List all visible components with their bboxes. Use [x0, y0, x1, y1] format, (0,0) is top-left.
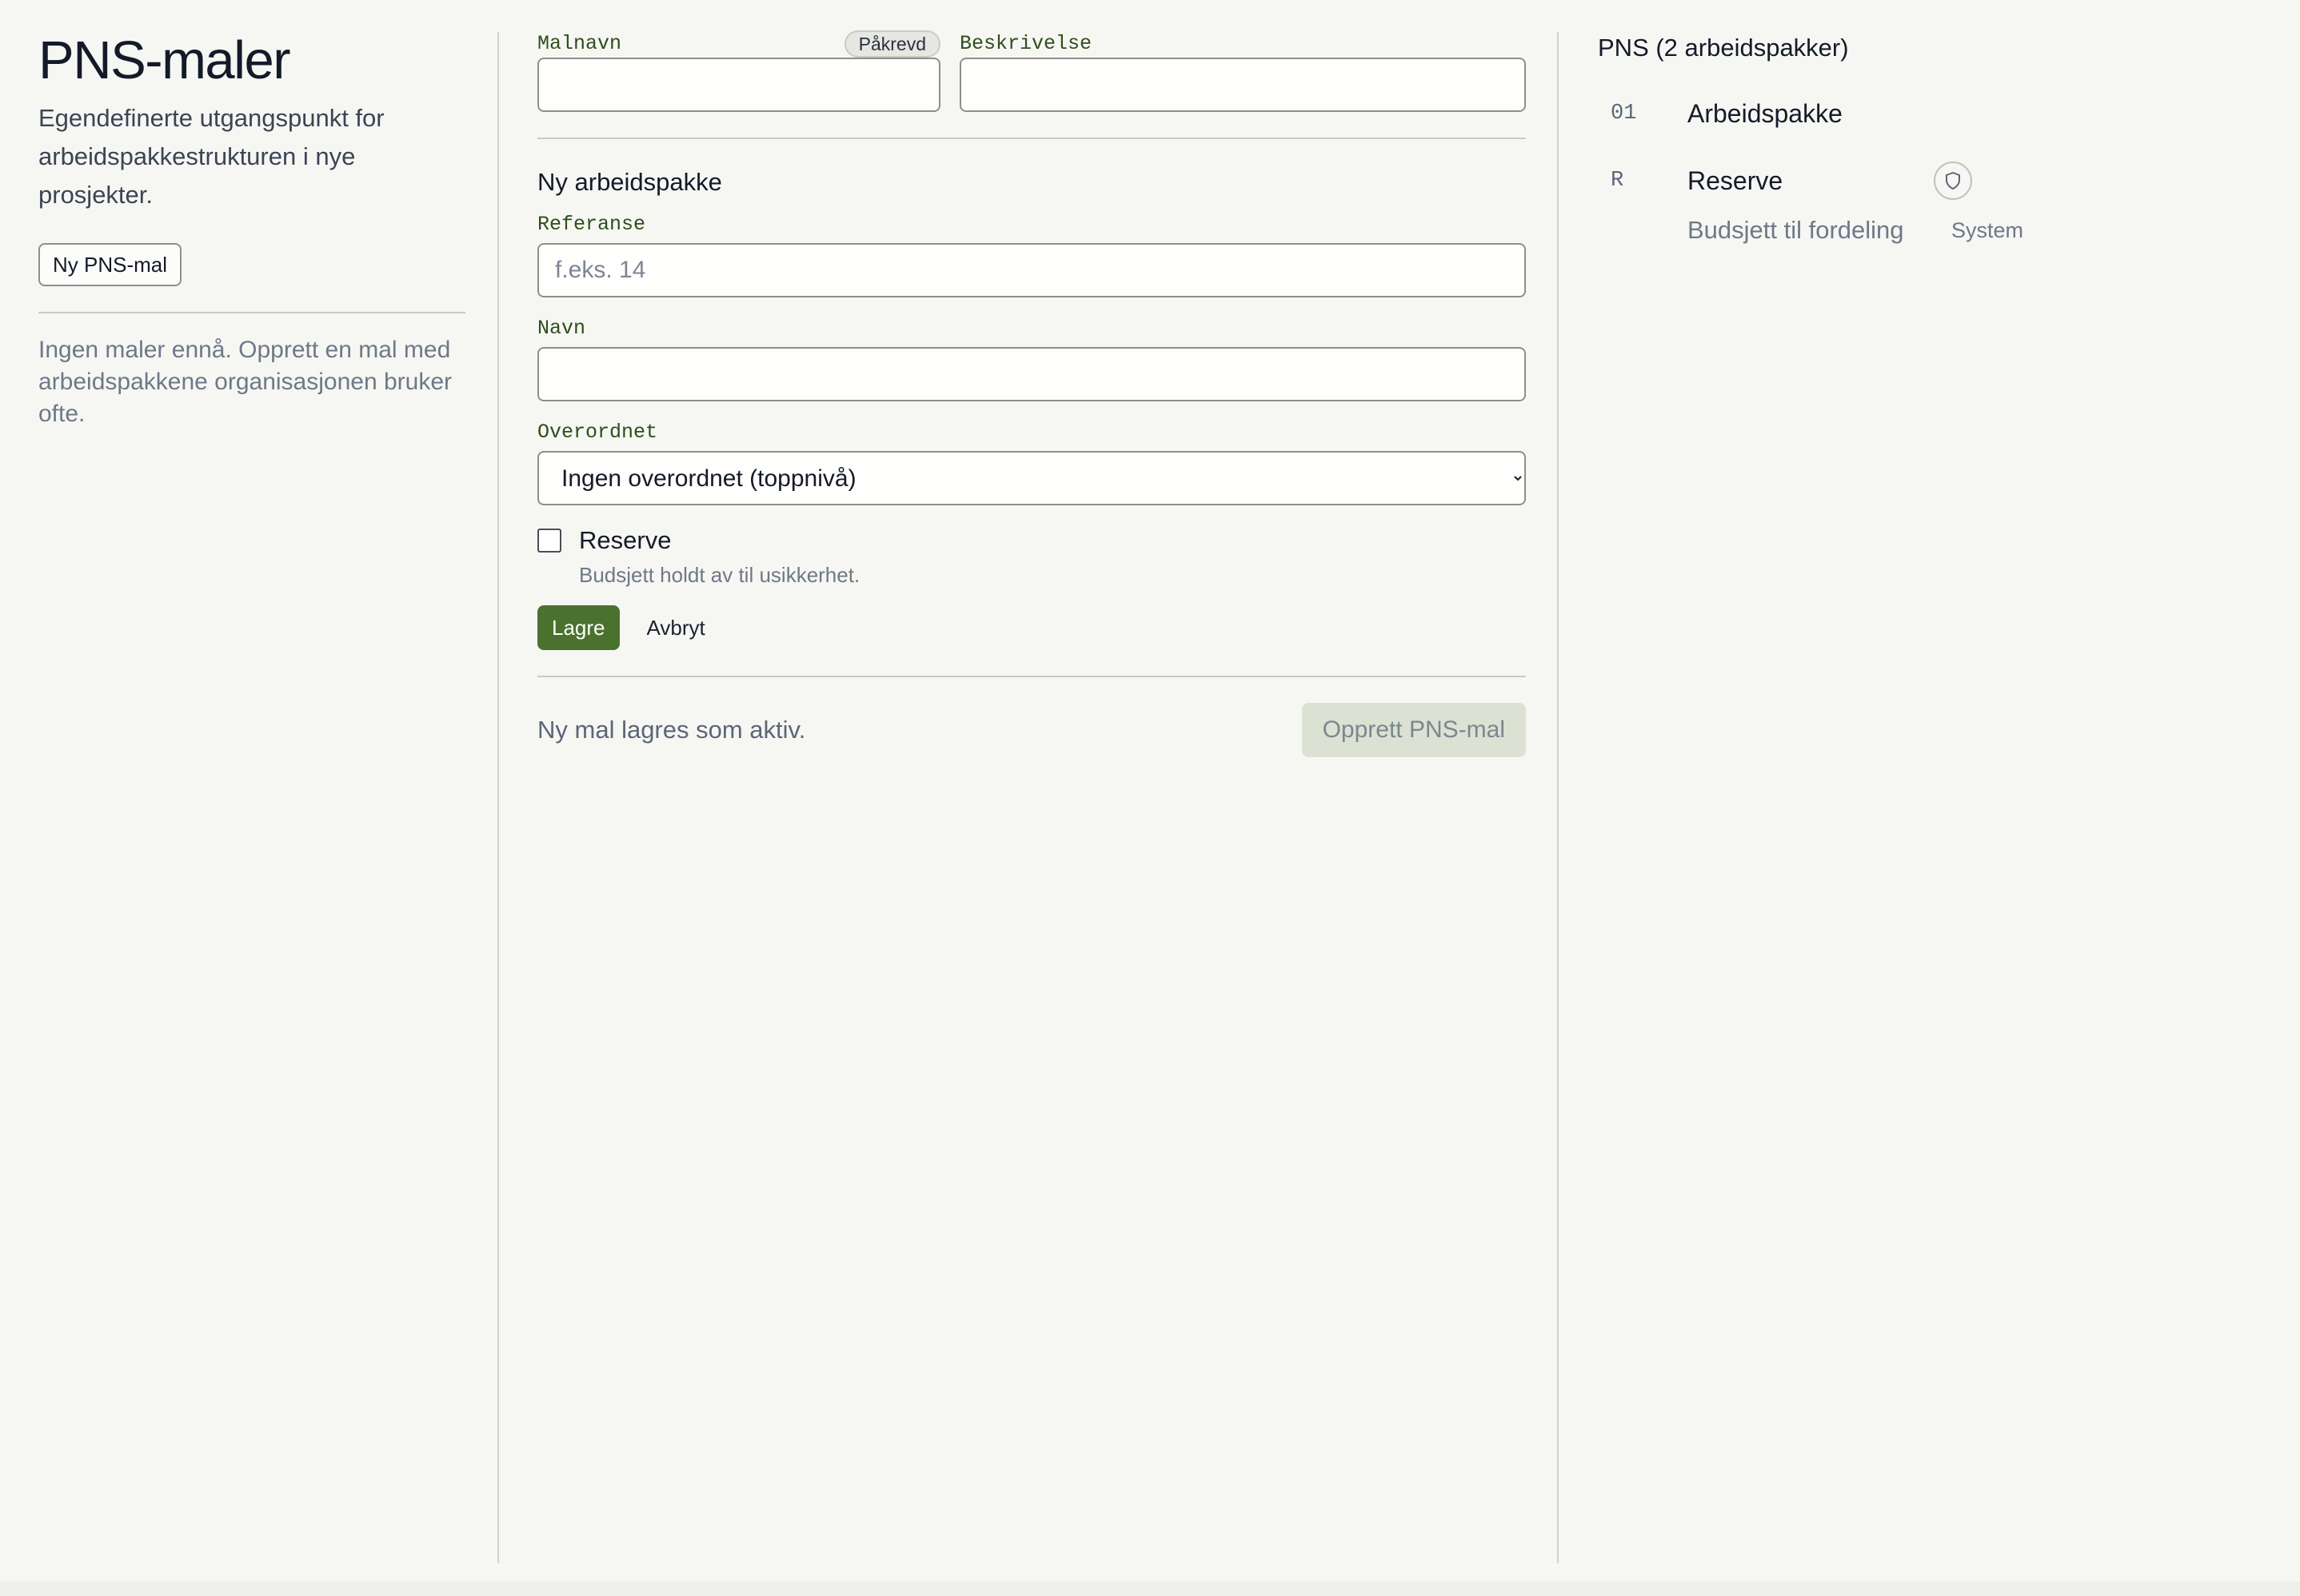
new-template-button[interactable]: Ny PNS-mal — [38, 243, 182, 286]
work-package-name: Reserve — [1687, 166, 1783, 195]
divider — [537, 138, 1526, 139]
work-package-name-label: Navn — [537, 317, 586, 340]
template-list-panel: PNS-maler Egendefinerte utgangspunkt for… — [38, 29, 465, 430]
save-status-note: Ny mal lagres som aktiv. — [537, 716, 806, 744]
description-field: Beskrivelse — [960, 30, 1526, 112]
template-name-input[interactable] — [537, 58, 940, 112]
empty-state-text: Ingen maler ennå. Opprett en mal med arb… — [38, 337, 453, 427]
reserve-checkbox-label[interactable]: Reserve — [579, 526, 671, 555]
work-package-code: R — [1611, 169, 1624, 193]
template-name-field: Malnavn Påkrevd — [537, 30, 940, 112]
preview-title: PNS (2 arbeidspakker) — [1598, 34, 1849, 62]
page-title: PNS-maler — [38, 30, 291, 90]
reference-label: Referanse — [537, 213, 646, 236]
create-template-button[interactable]: Opprett PNS-mal — [1301, 703, 1526, 757]
work-package-code: 01 — [1611, 102, 1637, 126]
list-item: R Reserve — [1598, 162, 2270, 200]
column-divider — [497, 32, 499, 1563]
reserve-subrow: Budsjett til fordeling System — [1687, 216, 2270, 245]
divider — [537, 676, 1526, 677]
reserve-checkbox[interactable] — [537, 529, 561, 553]
parent-label: Overordnet — [537, 421, 658, 444]
parent-select[interactable]: Ingen overordnet (toppnivå) — [537, 451, 1526, 505]
work-package-name-input[interactable] — [537, 347, 1526, 401]
list-item: 01 Arbeidspakke — [1598, 94, 2270, 133]
page: PNS-maler Egendefinerte utgangspunkt for… — [0, 0, 2300, 1582]
template-form: Malnavn Påkrevd Beskrivelse Ny arbeidspa… — [537, 30, 1526, 757]
new-work-package-title: Ny arbeidspakke — [537, 168, 722, 196]
description-input[interactable] — [960, 58, 1526, 112]
structure-preview-panel: PNS (2 arbeidspakker) 01 Arbeidspakke R … — [1598, 29, 2270, 245]
system-tag: System — [1951, 217, 2024, 242]
divider — [38, 312, 465, 313]
column-divider — [1557, 32, 1559, 1563]
reference-input[interactable] — [537, 243, 1526, 297]
page-description: Egendefinerte utgangspunkt for arbeidspa… — [38, 104, 385, 209]
reserve-sub-label: Budsjett til fordeling — [1687, 216, 1904, 244]
shield-icon — [1934, 162, 1972, 200]
cancel-button[interactable]: Avbryt — [647, 616, 705, 640]
required-badge: Påkrevd — [844, 30, 940, 58]
description-label: Beskrivelse — [960, 32, 1092, 55]
reserve-help-text: Budsjett holdt av til usikkerhet. — [579, 563, 861, 587]
work-package-name: Arbeidspakke — [1687, 98, 1843, 128]
save-button[interactable]: Lagre — [537, 605, 620, 650]
